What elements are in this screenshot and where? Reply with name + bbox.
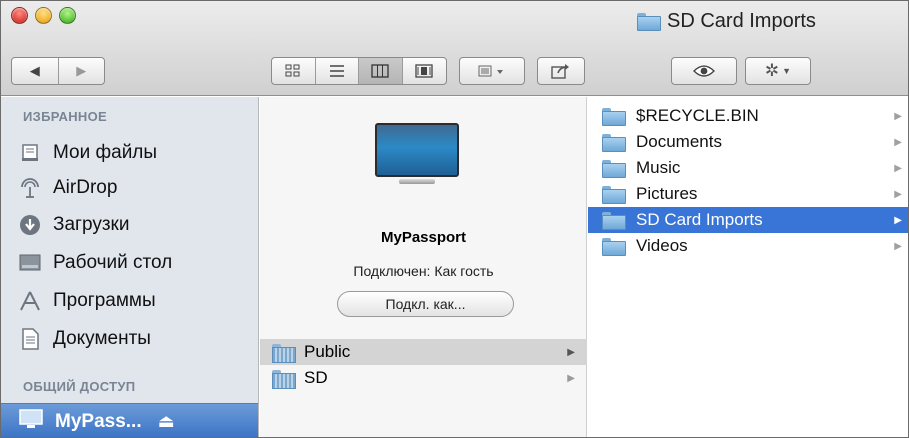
eject-icon[interactable]: ⏏ xyxy=(158,411,175,432)
disclosure-arrow-icon: ▶ xyxy=(567,346,575,358)
device-name: MyPassport xyxy=(380,229,467,246)
arrange-button[interactable] xyxy=(459,57,525,85)
icon-view-icon xyxy=(285,64,300,77)
view-mode-control xyxy=(271,57,447,85)
back-forward-control: ◀ ▶ xyxy=(11,57,105,85)
folder-name: Pictures xyxy=(636,184,698,203)
folder-icon xyxy=(637,13,661,31)
folder-icon xyxy=(602,134,626,152)
sidebar-item-label: Программы xyxy=(53,290,156,311)
close-window-button[interactable] xyxy=(11,7,28,24)
folder-name: Public xyxy=(304,342,351,361)
desktop-icon xyxy=(19,252,41,274)
display-icon xyxy=(375,123,459,187)
list-item-pictures[interactable]: Pictures ▶ xyxy=(588,181,908,207)
chevron-down-icon: ▼ xyxy=(782,66,792,76)
sidebar: ИЗБРАННОЕ Мои файлы AirDrop Загрузки Раб… xyxy=(1,97,259,437)
disclosure-arrow-icon: ▶ xyxy=(894,110,902,122)
shared-heading: ОБЩИЙ ДОСТУП xyxy=(23,379,136,394)
favorites-heading: ИЗБРАННОЕ xyxy=(23,109,108,124)
sidebar-item-documents[interactable]: Документы xyxy=(19,323,151,355)
toolbar: SD Card Imports ◀ ▶ ✲ ▼ xyxy=(1,1,908,96)
list-view-icon xyxy=(329,65,344,77)
folder-column: $RECYCLE.BIN ▶ Documents ▶ Music ▶ Pictu… xyxy=(588,97,908,437)
device-column: MyPassport Подключен: Как гость Подкл. к… xyxy=(260,97,587,437)
list-item-sd-card-imports[interactable]: SD Card Imports ▶ xyxy=(588,207,908,233)
folder-name: Music xyxy=(636,158,681,177)
list-item-videos[interactable]: Videos ▶ xyxy=(588,233,908,259)
share-button[interactable] xyxy=(537,57,585,85)
sidebar-item-downloads[interactable]: Загрузки xyxy=(19,209,129,241)
back-button[interactable]: ◀ xyxy=(12,58,59,84)
gear-icon: ✲ xyxy=(764,61,780,80)
sidebar-item-label: Рабочий стол xyxy=(53,252,173,273)
connect-as-button[interactable]: Подкл. как... xyxy=(337,291,514,317)
shared-folder-icon xyxy=(272,343,296,363)
list-item-sd[interactable]: SD ▶ xyxy=(260,365,587,391)
network-display-icon xyxy=(19,408,43,435)
disclosure-arrow-icon: ▶ xyxy=(894,162,902,174)
cover-flow-view-button[interactable] xyxy=(403,58,446,84)
finder-window: SD Card Imports ◀ ▶ ✲ ▼ ИЗБРАННОЕ Мои фа… xyxy=(0,0,909,438)
cover-flow-icon xyxy=(415,64,433,78)
folder-icon xyxy=(602,108,626,126)
column-view-icon xyxy=(371,64,389,78)
connection-status: Подключен: Как гость xyxy=(353,263,494,279)
sidebar-item-label: Загрузки xyxy=(53,214,130,235)
airdrop-icon xyxy=(19,177,41,199)
shared-folder-icon xyxy=(272,369,296,389)
sidebar-item-label: MyPass... xyxy=(55,410,142,432)
zoom-window-button[interactable] xyxy=(59,7,76,24)
folder-name: $RECYCLE.BIN xyxy=(636,106,759,125)
disclosure-arrow-icon: ▶ xyxy=(894,214,902,226)
disclosure-arrow-icon: ▶ xyxy=(894,240,902,252)
sidebar-item-label: Мои файлы xyxy=(53,142,158,163)
applications-icon xyxy=(19,290,41,312)
disclosure-arrow-icon: ▶ xyxy=(567,372,575,384)
folder-icon xyxy=(602,212,626,230)
sidebar-item-desktop[interactable]: Рабочий стол xyxy=(19,247,172,279)
folder-name: SD xyxy=(304,368,328,387)
folder-name: Videos xyxy=(636,236,688,255)
window-title: SD Card Imports xyxy=(637,9,816,33)
arrange-icon xyxy=(478,65,503,77)
documents-icon xyxy=(19,328,41,350)
sidebar-item-all-files[interactable]: Мои файлы xyxy=(19,137,157,169)
sidebar-item-mypassport[interactable]: MyPass... ⏏ xyxy=(1,403,258,437)
sidebar-item-applications[interactable]: Программы xyxy=(19,285,156,317)
list-item-recycle-bin[interactable]: $RECYCLE.BIN ▶ xyxy=(588,103,908,129)
action-menu-button[interactable]: ✲ ▼ xyxy=(745,57,811,85)
sidebar-item-label: Документы xyxy=(53,328,151,349)
folder-icon xyxy=(602,238,626,256)
all-files-icon xyxy=(19,142,41,164)
sidebar-item-label: AirDrop xyxy=(53,177,118,198)
list-item-public[interactable]: Public ▶ xyxy=(260,339,587,365)
folder-name: SD Card Imports xyxy=(636,210,763,229)
forward-arrow-icon: ▶ xyxy=(76,63,87,78)
folder-icon xyxy=(602,160,626,178)
quick-look-button[interactable] xyxy=(671,57,737,85)
window-title-text: SD Card Imports xyxy=(667,9,816,32)
column-view-button[interactable] xyxy=(359,58,403,84)
downloads-icon xyxy=(19,214,41,236)
sidebar-item-airdrop[interactable]: AirDrop xyxy=(19,172,117,204)
share-icon xyxy=(551,64,569,79)
folder-icon xyxy=(602,186,626,204)
icon-view-button[interactable] xyxy=(272,58,316,84)
minimize-window-button[interactable] xyxy=(35,7,52,24)
back-arrow-icon: ◀ xyxy=(29,63,40,78)
list-view-button[interactable] xyxy=(316,58,359,84)
folder-name: Documents xyxy=(636,132,722,151)
list-item-music[interactable]: Music ▶ xyxy=(588,155,908,181)
eye-icon xyxy=(693,65,715,77)
disclosure-arrow-icon: ▶ xyxy=(894,188,902,200)
disclosure-arrow-icon: ▶ xyxy=(894,136,902,148)
forward-button[interactable]: ▶ xyxy=(59,58,105,84)
list-item-documents[interactable]: Documents ▶ xyxy=(588,129,908,155)
